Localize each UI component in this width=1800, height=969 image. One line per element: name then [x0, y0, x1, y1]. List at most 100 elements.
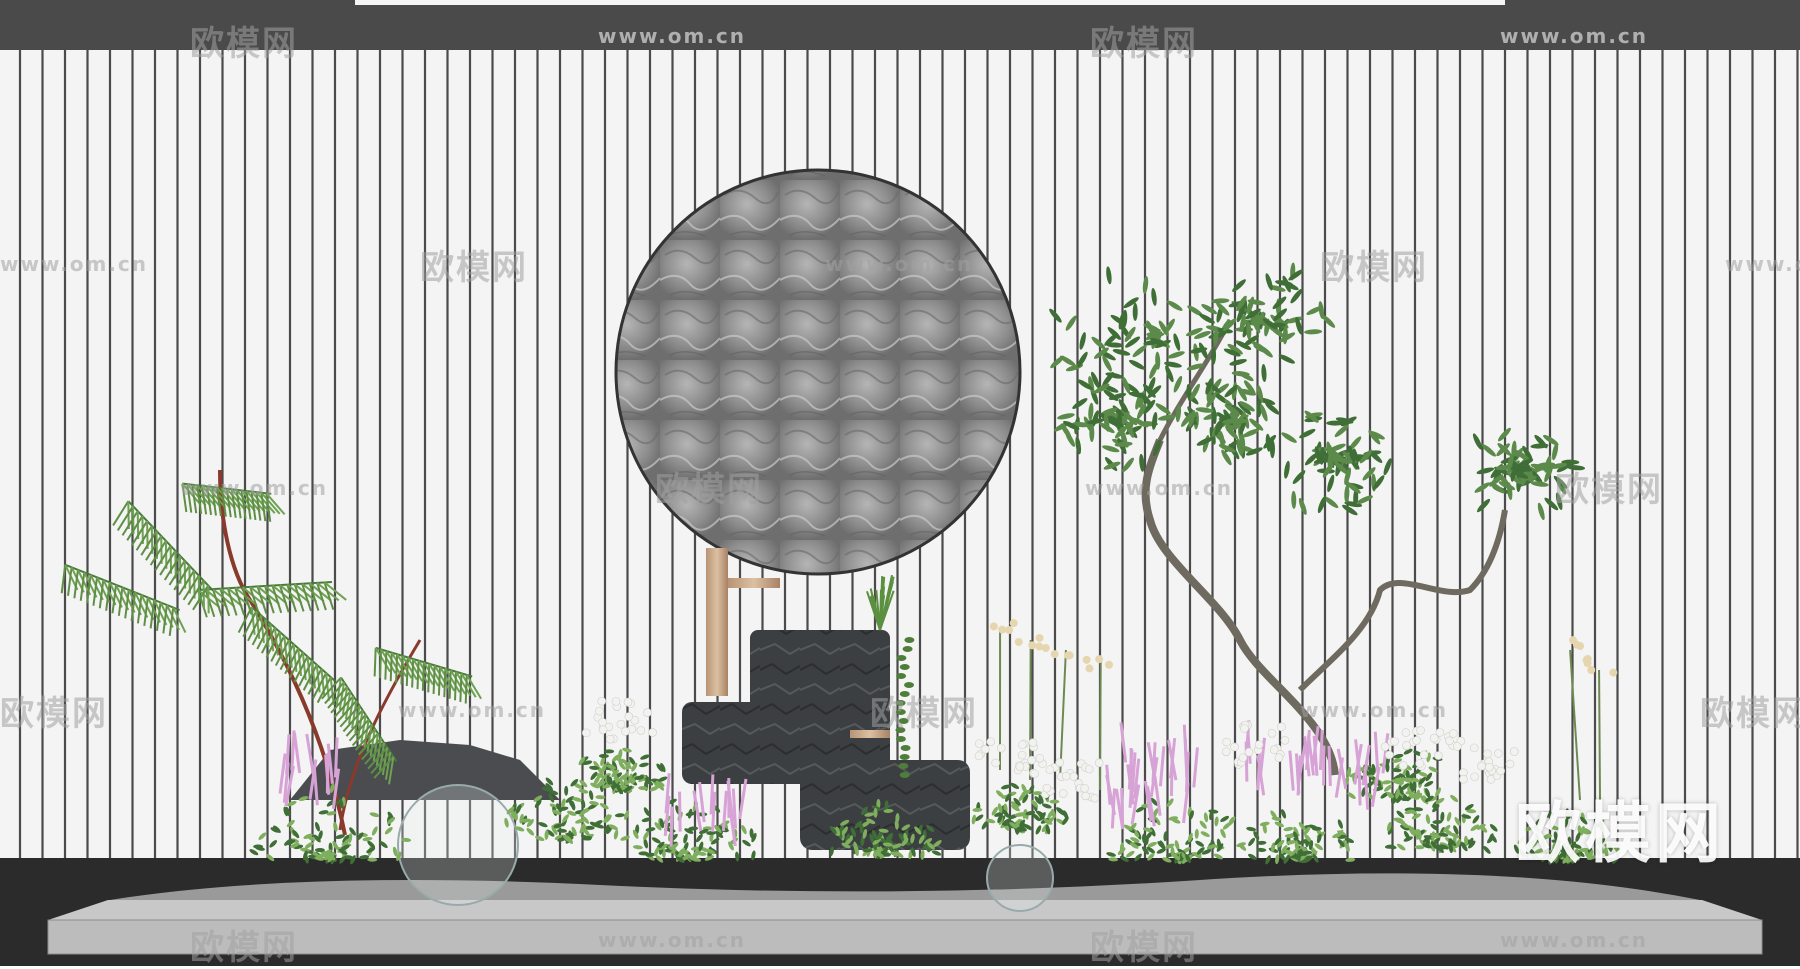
flower-bud — [1066, 651, 1074, 659]
white-flower — [981, 745, 989, 753]
watermark-logo-mid-left: 欧模网 — [420, 240, 528, 289]
watermark-url-lower-right: www.om.cn — [1300, 698, 1448, 722]
white-flower — [1497, 767, 1505, 775]
white-flower — [1046, 766, 1054, 774]
pink-grass-plume — [1359, 765, 1360, 805]
flower-bud — [1105, 661, 1113, 669]
pink-grass-plume — [1153, 742, 1155, 782]
white-flower — [598, 697, 606, 705]
watermark-logo-mid-right: 欧模网 — [1320, 240, 1428, 289]
pink-grass-plume — [711, 774, 713, 814]
white-flower — [1478, 762, 1486, 770]
white-flower — [625, 713, 633, 721]
pink-grass-plume — [1185, 738, 1187, 778]
white-flower — [1402, 741, 1410, 749]
white-flower — [1420, 751, 1428, 759]
flower-bud — [990, 622, 998, 630]
white-flower — [1470, 744, 1478, 752]
pink-grass-plume — [1246, 742, 1247, 782]
flower-bud — [1085, 664, 1093, 672]
watermark-logo-lower-center: 欧模网 — [870, 686, 978, 735]
white-flower — [1506, 760, 1514, 768]
flower-bud — [1587, 666, 1595, 674]
white-flower — [1484, 750, 1492, 758]
hanging-vine-leaf — [896, 655, 906, 661]
pink-grass-plume — [680, 792, 681, 832]
flower-bud — [1573, 641, 1581, 649]
watermark-url-bottom-right: www.om.cn — [1500, 928, 1648, 952]
watermark-url-top-center: www.om.cn — [598, 24, 746, 48]
watermark-url-mid-left: www.om.cn — [0, 252, 148, 276]
shrub-leaf — [253, 845, 263, 849]
white-flower — [582, 729, 590, 737]
white-flower — [1449, 729, 1457, 737]
shrub-leaf — [604, 749, 614, 753]
white-flower — [1436, 728, 1444, 736]
flower-bud — [1083, 656, 1091, 664]
white-flower — [1043, 784, 1051, 792]
white-flower — [1459, 775, 1467, 783]
white-flower — [624, 698, 632, 706]
white-flower — [1275, 754, 1283, 762]
white-flower — [1270, 746, 1278, 754]
white-flower — [1062, 772, 1070, 780]
white-flower — [1036, 754, 1044, 762]
planter-base — [48, 900, 1762, 920]
white-flower — [617, 720, 625, 728]
bamboo-spout — [728, 578, 780, 588]
hanging-vine-leaf — [903, 646, 913, 652]
hanging-vine-leaf — [896, 673, 906, 679]
white-flower — [1399, 761, 1407, 769]
watermark-logo-lower-right: 欧模网 — [1700, 686, 1800, 735]
white-flower — [1085, 765, 1093, 773]
watermark-logo-bottom-right: 欧模网 — [1090, 920, 1198, 969]
hanging-vine-leaf — [896, 736, 906, 742]
shrub-leaf — [874, 808, 878, 818]
white-flower — [1028, 756, 1036, 764]
white-flower — [637, 726, 645, 734]
white-flower — [1413, 736, 1421, 744]
white-flower — [1494, 749, 1502, 757]
watermark-url-mid-far-right: www.om.cn — [1725, 252, 1800, 276]
top-band-highlight — [355, 0, 1505, 5]
white-flower — [1056, 759, 1064, 767]
white-flower — [1082, 792, 1090, 800]
watermark-logo-center: 欧模网 — [655, 462, 763, 511]
white-flower — [1029, 739, 1037, 747]
flower-bud — [1609, 669, 1617, 677]
pink-grass-plume — [1320, 730, 1322, 770]
white-flower — [1223, 738, 1231, 746]
white-flower — [1070, 773, 1078, 781]
hanging-vine-leaf — [900, 664, 910, 670]
white-flower — [1416, 759, 1424, 767]
white-flower — [1018, 741, 1026, 749]
flower-bud — [1042, 644, 1050, 652]
white-flower — [1510, 748, 1518, 756]
white-flower — [612, 697, 620, 705]
flower-bud — [1051, 650, 1059, 658]
pink-grass-plume — [671, 807, 672, 847]
watermark-url-lower-left: www.om.cn — [398, 698, 546, 722]
pink-grass-plume — [1122, 788, 1123, 828]
white-flower — [1434, 752, 1442, 760]
hanging-vine-leaf — [900, 772, 910, 778]
watermark-big-logo: 欧模网 — [1515, 780, 1725, 876]
white-flower — [599, 718, 607, 726]
watermark-logo-right-middle: 欧模网 — [1555, 462, 1663, 511]
white-flower — [1277, 723, 1285, 731]
white-flower — [1091, 794, 1099, 802]
basin-top — [750, 630, 890, 710]
white-flower — [1231, 743, 1239, 751]
flower-bud — [1015, 638, 1023, 646]
flower-bud — [1028, 641, 1036, 649]
watermark-url-left-middle: www.om.cn — [180, 476, 328, 500]
white-flower — [599, 726, 607, 734]
hanging-vine-leaf — [900, 754, 910, 760]
hanging-vine-leaf — [901, 745, 911, 751]
white-flower — [1485, 763, 1493, 771]
flower-bud — [998, 626, 1006, 634]
white-flower — [992, 759, 1000, 767]
white-flower — [1445, 737, 1453, 745]
white-flower — [997, 744, 1005, 752]
pink-grass-plume — [1131, 748, 1132, 788]
